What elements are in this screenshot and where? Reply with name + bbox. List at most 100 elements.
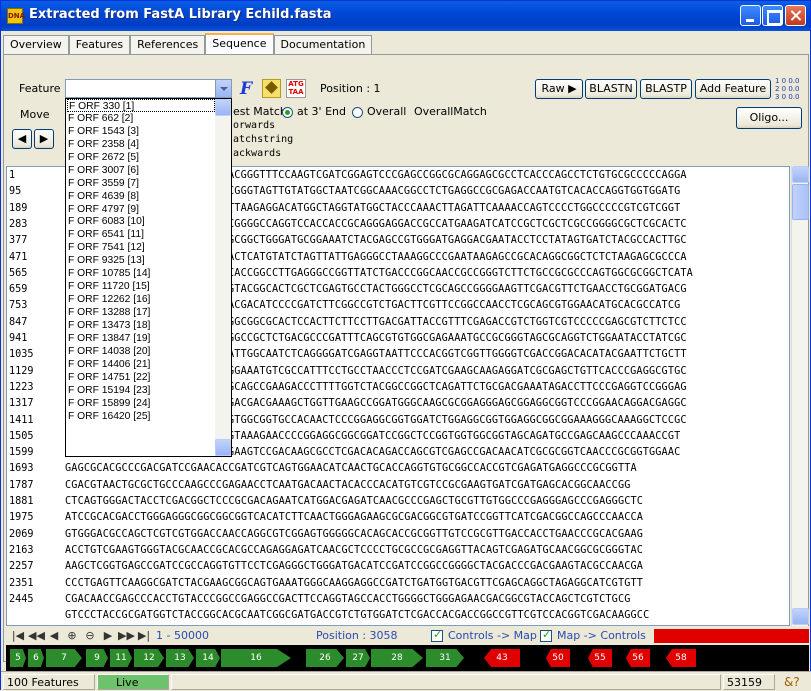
reverse-feature-arrow[interactable]: 56 [626,649,650,667]
sequence-bases[interactable]: GAGCGCACGCCCGACGATCCGAACACCGATCGTCAGTGGA… [65,463,637,474]
raw-button[interactable]: Raw ▶ [535,79,583,99]
reverse-feature-arrow[interactable]: 50 [546,649,570,667]
feature-dropdown-item[interactable]: F ORF 15194 [23] [67,384,215,397]
forward-feature-arrow[interactable]: 6 [28,649,44,667]
map-controls-checkbox[interactable] [540,628,552,642]
sequence-bases[interactable]: ATTGGCAATCTCAGGGGATCGAGGTAATTCCCACGGTCGG… [228,349,687,360]
forward-feature-arrow[interactable]: 13 [166,649,194,667]
tab-references[interactable]: References [130,35,206,55]
maximize-button[interactable] [762,5,783,26]
scroll-down-button[interactable] [792,608,809,625]
feature-dropdown-item[interactable]: F ORF 13847 [19] [67,332,215,345]
blastn-button[interactable]: BLASTN [585,79,637,99]
forward-feature-arrow[interactable]: 11 [110,649,132,667]
sequence-bases[interactable]: GTACGGCACTCGCTCGAGTGCCTACTGGGCCTCGCAGCCG… [228,284,687,295]
rewind-icon[interactable]: ◀◀ [28,628,45,644]
forward-feature-arrow[interactable]: 12 [134,649,164,667]
sequence-bases[interactable]: GCGGCTGGGATGCGGAAATCTACGAGCCGTGGGATGAGGA… [228,235,687,246]
forward-feature-arrow[interactable]: 9 [86,649,108,667]
tab-documentation[interactable]: Documentation [273,35,373,55]
sequence-bases[interactable]: CGACAACCGAGCCCACCTGTACCCGGCCGAGGCCGACTTC… [65,594,631,605]
dropdown-scroll-down[interactable] [215,439,231,456]
feature-dropdown-item[interactable]: F ORF 6541 [11] [67,228,215,241]
tab-features[interactable]: Features [68,35,131,55]
forward-feature-arrow[interactable]: 31 [426,649,464,667]
feature-dropdown-item[interactable]: F ORF 1543 [3] [67,125,215,138]
feature-dropdown-item[interactable]: F ORF 13288 [17] [67,306,215,319]
feature-dropdown-item[interactable]: F ORF 4797 [9] [67,203,215,216]
forward-feature-arrow[interactable]: 26 [306,649,344,667]
feature-map[interactable]: 5 6 7 9 11 12 13 14 16 26 27 28 31 43 50 55 56 58 [6,645,809,671]
sequence-bases[interactable]: GTAAAGAACCCCGGAGGCGGCGGATCCGGCTCCGGTGGTG… [228,431,680,442]
title-bar[interactable]: DNA Extracted from FastA Library Echild.… [1,1,810,31]
feature-dropdown-item[interactable]: F ORF 14038 [20] [67,345,215,358]
chevron-down-icon[interactable] [215,80,231,97]
zoom-out-icon[interactable]: ⊖ [82,628,98,644]
feature-dropdown-item[interactable]: F ORF 13473 [18] [67,319,215,332]
sequence-bases[interactable]: GAAGTCCGACAAGCGCCTCGACACAGACCAGCGTCGAGCC… [228,447,680,458]
sequence-bases[interactable]: CACCGGCCTTGAGGGCCGGTTATCTGACCCGGCAACCGCC… [228,268,693,279]
feature-dropdown-item[interactable]: F ORF 10785 [14] [67,267,215,280]
sequence-bases[interactable]: ACTCATGTATCTAGTTATTGAGGGCCTAAAGGCCCGAATA… [228,252,687,263]
blastp-button[interactable]: BLASTP [640,79,692,99]
scroll-thumb[interactable] [792,184,809,220]
controls-map-checkbox[interactable] [431,628,443,642]
reverse-feature-arrow[interactable]: 55 [588,649,612,667]
tab-overview[interactable]: Overview [3,35,69,55]
atg-taa-icon[interactable]: ATG TAA [286,79,306,98]
feature-dropdown-item[interactable]: F ORF 15899 [24] [67,397,215,410]
sequence-bases[interactable]: CGGGTAGTTGTATGGCTAATCGGCAAACGGCCTCTGAGGC… [228,186,680,197]
sequence-bases[interactable]: GGCGGCGCACTCCACTTCTTCCTTGACGATTACCGTTTCG… [228,317,687,328]
sequence-bases[interactable]: CGACGTAACTGCGCTGCCCAAGCCCGAGAACCTCAATGAC… [65,480,631,491]
fast-forward-icon[interactable]: ▶▶ [118,628,135,644]
feature-dropdown-item[interactable]: F ORF 2358 [4] [67,138,215,151]
sequence-bases[interactable]: GTCCCTACCGCGATGGTCTACCGGCACGCAATCGGCGATG… [65,610,649,621]
forward-feature-arrow[interactable]: 28 [371,649,423,667]
forward-feature-arrow[interactable]: 14 [196,649,220,667]
move-left-button[interactable]: ◀ [12,129,32,149]
tab-sequence[interactable]: Sequence [205,33,274,55]
forward-feature-arrow[interactable]: 5 [10,649,26,667]
feature-dropdown-item[interactable]: F ORF 16420 [25] [67,410,215,423]
last-icon[interactable]: ▶| [136,628,152,644]
sequence-bases[interactable]: ACGGGTTTCCAAGTCGATCGGAGTCCCGAGCCGGCGCAGG… [228,170,687,181]
highlight-icon[interactable] [262,79,281,98]
sequence-bases[interactable]: GACGACGAAAGCTGGTTGAAGCCGGATGGGCAAGCGCGGA… [228,398,687,409]
feature-dropdown-item[interactable]: F ORF 330 [1] [67,99,215,112]
feature-dropdown-item[interactable]: F ORF 3559 [7] [67,177,215,190]
add-feature-button[interactable]: Add Feature [695,79,771,99]
sequence-bases[interactable]: GTGGCGGTGCCACAACTCCCGGAGGCGGTGGATCTGGAGG… [228,415,687,426]
feature-dropdown-item[interactable]: F ORF 12262 [16] [67,293,215,306]
feature-dropdown-item[interactable]: F ORF 14751 [22] [67,371,215,384]
sequence-bases[interactable]: GGCCGCTCTGACGCCCGATTTCAGCGTGTGGCGAGAAATG… [228,333,687,344]
reverse-feature-arrow[interactable]: 58 [666,649,696,667]
feature-dropdown-item[interactable]: F ORF 14406 [21] [67,358,215,371]
sequence-bases[interactable]: GGAAATGTCGCCATTTCCTGCCTAACCCTCCGATCGAAGC… [228,366,687,377]
at-3-end-radio[interactable] [282,107,293,118]
sequence-bases[interactable]: GCAGCCGAAGACCCTTTTGGTCTACGGCCGGCTCAGATTC… [228,382,687,393]
move-right-button[interactable]: ▶ [34,129,54,149]
feature-dropdown-item[interactable]: F ORF 6083 [10] [67,215,215,228]
feature-dropdown-item[interactable]: F ORF 9325 [13] [67,254,215,267]
sequence-bases[interactable]: CGGGGCCAGGTCCACCACCGCAGGGAGGACCGCCATGAAG… [228,219,687,230]
first-icon[interactable]: |◀ [10,628,26,644]
feature-dropdown-list[interactable]: F ORF 330 [1] F ORF 662 [2] F ORF 1543 [3]… [65,98,232,457]
forward-icon[interactable]: ▶ [100,628,116,644]
oligo-button[interactable]: Oligo... [736,107,802,129]
feature-select[interactable] [65,79,232,98]
forward-feature-arrow[interactable]: 16 [221,649,291,667]
sequence-bases[interactable]: CTCAGTGGGACTACCTCGACGGCTCCCGCGACAGAATCAT… [65,496,643,507]
dropdown-scroll-up[interactable] [215,99,231,116]
zoom-in-icon[interactable]: ⊕ [64,628,80,644]
sequence-bases[interactable]: CCCTGAGTTCAAGGCGATCTACGAAGCGGCAGTGAAATGG… [65,578,643,589]
forward-feature-arrow[interactable]: 27 [346,649,370,667]
close-button[interactable] [785,5,806,26]
forward-feature-arrow[interactable]: 7 [46,649,82,667]
feature-dropdown-item[interactable]: F ORF 4639 [8] [67,190,215,203]
sequence-bases[interactable]: AAGCTCGGTGAGCCGATCCGCCAGGTGTTCCTCGAGGGCT… [65,561,643,572]
feature-dropdown-item[interactable]: F ORF 2672 [5] [67,151,215,164]
minimize-button[interactable] [740,5,761,26]
sequence-bases[interactable]: TTAAGAGGACATGGCTAGGTATGGCTACCCAAACTTAGAT… [228,203,680,214]
dropdown-scrollbar[interactable] [215,99,231,456]
scroll-up-button[interactable] [792,166,809,183]
